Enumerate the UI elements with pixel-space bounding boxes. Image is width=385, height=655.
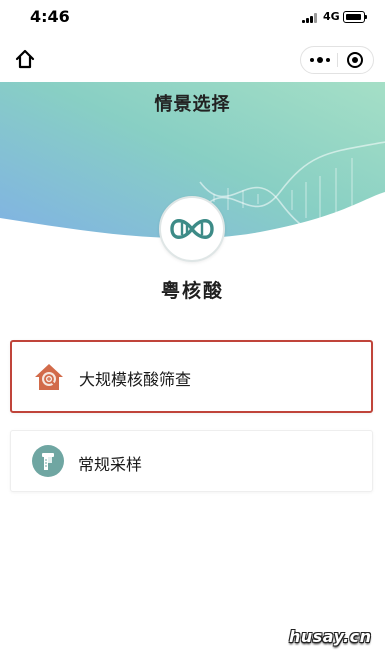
target-close-icon[interactable]	[347, 52, 363, 68]
sampling-swab-icon	[32, 445, 64, 477]
signal-bars-icon	[302, 13, 319, 23]
network-type: 4G	[323, 10, 340, 23]
nav-bar	[0, 34, 385, 82]
option-routine-sampling[interactable]: 常规采样	[10, 430, 373, 492]
dna-helix-logo-icon	[159, 196, 225, 262]
house-search-icon	[33, 361, 65, 393]
watermark: husay.cn	[289, 627, 372, 646]
status-time: 4:46	[30, 7, 70, 26]
battery-icon	[343, 11, 367, 23]
option-mass-screening[interactable]: 大规模核酸筛查	[10, 340, 373, 413]
page-title: 情景选择	[154, 94, 231, 115]
mini-program-capsule	[300, 46, 374, 74]
home-icon[interactable]	[14, 48, 36, 70]
more-dots-icon[interactable]	[301, 47, 338, 73]
option-label: 大规模核酸筛查	[79, 370, 192, 389]
status-bar: 4:46 4G	[0, 0, 385, 34]
app-name: 粤核酸	[160, 280, 224, 302]
option-label: 常规采样	[78, 455, 143, 474]
